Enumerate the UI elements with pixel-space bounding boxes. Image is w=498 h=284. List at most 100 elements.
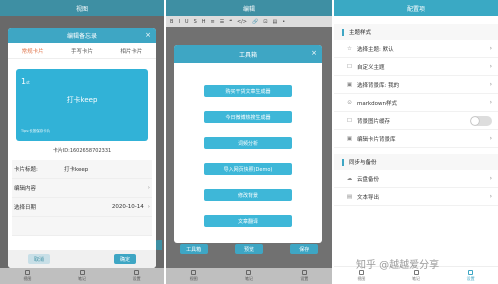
view-topbar: 视图 (0, 0, 164, 16)
select-theme-row[interactable]: ☆ 选择主题: 默认 › (334, 40, 498, 58)
card-id: 卡片ID:1602658702331 (52, 148, 112, 154)
preview-button[interactable]: 预览 (234, 244, 263, 254)
save-button[interactable]: 保存 (290, 244, 319, 254)
field-edit-content[interactable]: 编辑内容 › (12, 179, 152, 198)
change-background-button[interactable]: 修改背景 (204, 189, 292, 201)
nav-settings[interactable]: 设置 (443, 267, 498, 284)
markdown-style-row[interactable]: ⊙ markdown样式 › (334, 94, 498, 112)
view-title: 视图 (75, 5, 88, 13)
edit-panel: 编辑 B I U S H ≡ ☰ ❝ </> 🔗 ⊡ ▤ • 工具箱 × 购买干… (166, 0, 332, 284)
edit-title: 编辑 (242, 5, 255, 13)
row-label: 选择主题: 默认 (357, 46, 394, 53)
nav-view[interactable]: 视图 (166, 268, 221, 284)
tab-normal-card[interactable]: 常规卡片 (8, 47, 57, 55)
chevron-right-icon: › (489, 81, 492, 88)
field-more[interactable] (12, 217, 152, 236)
heading-icon[interactable]: H (202, 19, 206, 25)
gear-icon (468, 269, 474, 275)
section-title: 同步与备份 (349, 160, 377, 166)
row-label: 自定义主题 (357, 64, 385, 71)
dialog-header: 编辑备忘录 × (8, 28, 156, 43)
section-accent (342, 158, 344, 166)
close-icon[interactable]: × (145, 31, 151, 39)
notes-icon (79, 270, 85, 275)
word-frequency-button[interactable]: 词频分析 (204, 137, 292, 149)
nav-label: 笔记 (78, 276, 86, 281)
nav-notes[interactable]: 笔记 (55, 268, 110, 284)
translate-button[interactable]: 文章翻译 (204, 215, 292, 227)
tab-photo-card[interactable]: 相片卡片 (107, 47, 156, 55)
nav-label: 视图 (189, 276, 198, 281)
square-icon: ☐ (347, 63, 352, 70)
background-cache-toggle[interactable] (470, 115, 492, 126)
nav-settings[interactable]: 设置 (277, 268, 332, 284)
article-generator-button[interactable]: 购买干货文章生成器 (204, 85, 292, 97)
chevron-right-icon: › (489, 135, 492, 142)
image-icon[interactable]: ⊡ (263, 19, 267, 25)
strikethrough-icon[interactable]: S (194, 19, 197, 25)
import-snapshot-button[interactable]: 导入网页快照(Demo) (204, 163, 292, 175)
nav-settings[interactable]: 设置 (109, 268, 164, 284)
row-label: 选择背景库: 我的 (357, 82, 400, 89)
quote-icon[interactable]: ❝ (229, 19, 232, 25)
row-label: 文本导出 (357, 194, 380, 201)
bottom-nav: 视图 笔记 设置 (0, 268, 164, 284)
background-cache-row[interactable]: ☐ 背景图片缓存 (334, 112, 498, 130)
nav-label: 笔记 (412, 275, 420, 281)
notes-icon (246, 270, 252, 275)
more-icon[interactable]: • (282, 19, 285, 25)
italic-icon[interactable]: I (178, 19, 179, 25)
nav-notes[interactable]: 笔记 (221, 268, 276, 284)
field-label: 选择日期 (14, 205, 37, 211)
chevron-right-icon: › (489, 63, 492, 70)
edit-card-background-row[interactable]: ▣ 编辑卡片背景库 › (334, 130, 498, 148)
select-background-row[interactable]: ▣ 选择背景库: 我的 › (334, 76, 498, 94)
weibo-hot-generator-button[interactable]: 今日微博热搜生成器 (204, 111, 292, 123)
card-tips: Tips:长按保存卡片 (21, 129, 51, 133)
checkbox-icon: ☐ (347, 117, 352, 124)
unordered-list-icon[interactable]: ☰ (220, 19, 224, 25)
close-icon[interactable]: × (311, 49, 317, 57)
section-title: 主题样式 (349, 30, 372, 36)
section-accent (342, 28, 344, 36)
field-card-title[interactable]: 卡片标题: 打卡keep (12, 160, 152, 179)
nav-label: 笔记 (244, 276, 253, 281)
row-label: 编辑卡片背景库 (357, 136, 396, 143)
dialog-footer: 取消 确定 (8, 250, 156, 268)
card-title: 打卡keep (66, 96, 98, 104)
card-preview[interactable]: 1st 打卡keep Tips:长按保存卡片 (16, 69, 148, 141)
cloud-icon: ☁ (346, 175, 353, 182)
card-type-tabs: 常规卡片 手写卡片 相片卡片 (8, 43, 156, 59)
chevron-right-icon: › (489, 175, 492, 182)
chevron-right-icon: › (489, 99, 492, 106)
toolbox-button[interactable]: 工具箱 (179, 244, 208, 254)
nav-label: 设置 (300, 276, 309, 281)
table-icon[interactable]: ▤ (272, 19, 277, 25)
custom-theme-row[interactable]: ☐ 自定义主题 › (334, 58, 498, 76)
nav-view[interactable]: 视图 (0, 268, 55, 284)
bold-icon[interactable]: B (170, 19, 173, 25)
ordered-list-icon[interactable]: ≡ (211, 19, 215, 25)
row-label: 云盘备份 (357, 176, 380, 183)
underline-icon[interactable]: U (185, 19, 189, 25)
field-label: 卡片标题: (14, 167, 38, 173)
ok-button[interactable]: 确定 (114, 254, 136, 264)
field-select-date[interactable]: 选择日期 2020-10-14 › (12, 198, 152, 217)
cloud-backup-row[interactable]: ☁ 云盘备份 › (334, 170, 498, 188)
dialog-title: 工具箱 (238, 51, 257, 59)
field-value: 2020-10-14 (111, 204, 144, 210)
section-theme: 主题样式 (334, 24, 498, 40)
code-icon[interactable]: </> (237, 19, 247, 25)
editor-action-buttons: 工具箱 预览 保存 (166, 244, 332, 254)
star-icon: ☆ (347, 45, 352, 52)
dialog-title: 编辑备忘录 (66, 33, 97, 40)
card-day: 1st (21, 77, 30, 86)
settings-topbar: 配置项 (334, 0, 498, 16)
link-icon[interactable]: 🔗 (252, 19, 258, 25)
nav-label: 设置 (132, 276, 141, 281)
tab-handwritten-card[interactable]: 手写卡片 (57, 47, 106, 55)
text-export-row[interactable]: ▤ 文本导出 › (334, 188, 498, 206)
cancel-button[interactable]: 取消 (28, 254, 50, 264)
section-sync: 同步与备份 (334, 154, 498, 170)
chevron-right-icon: › (147, 204, 150, 210)
